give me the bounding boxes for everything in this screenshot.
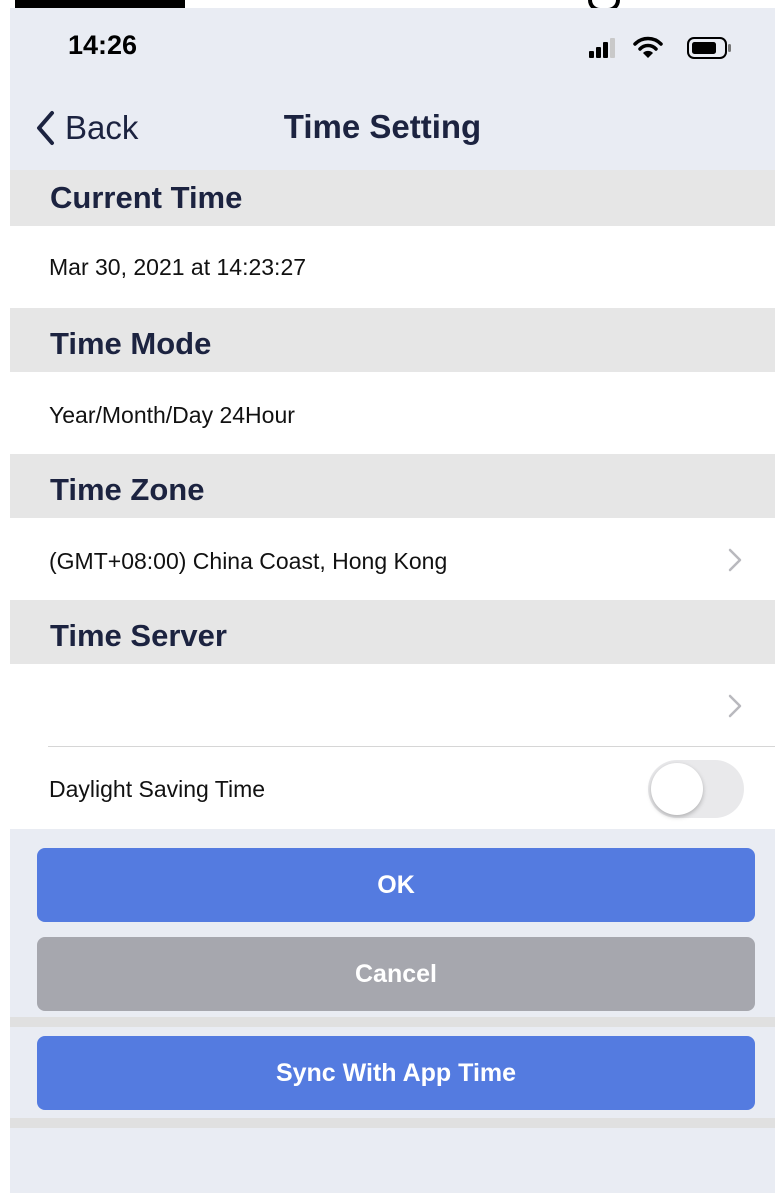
time-mode-row[interactable]: Year/Month/Day 24Hour xyxy=(10,372,775,454)
section-title: Current Time xyxy=(50,180,243,215)
chevron-right-icon xyxy=(728,548,742,572)
section-header-time-mode: Time Mode xyxy=(10,308,775,372)
toggle-knob xyxy=(651,763,703,815)
daylight-saving-toggle[interactable] xyxy=(648,760,744,818)
page-title-text: Time Setting xyxy=(283,108,482,145)
current-time-row: Mar 30, 2021 at 14:23:27 xyxy=(10,226,775,308)
battery-icon xyxy=(687,37,731,59)
current-time-value: Mar 30, 2021 at 14:23:27 xyxy=(49,254,307,280)
section-title: Time Zone xyxy=(50,472,205,507)
section-header-time-zone: Time Zone xyxy=(10,454,775,518)
status-time: 14:26 xyxy=(68,30,138,60)
bottom-area xyxy=(10,1128,775,1193)
cellular-signal-icon xyxy=(589,38,615,58)
time-server-row[interactable] xyxy=(10,664,775,746)
section-divider xyxy=(10,1118,775,1128)
page-title: Time Setting xyxy=(10,108,775,146)
status-bar: 14:26 xyxy=(10,8,775,88)
wifi-icon xyxy=(633,36,663,58)
sync-with-app-time-button[interactable]: Sync With App Time xyxy=(37,1036,755,1110)
section-title: Time Mode xyxy=(50,326,212,361)
chevron-right-icon xyxy=(728,694,742,718)
navigation-bar: Back Time Setting xyxy=(10,88,775,170)
section-title: Time Server xyxy=(50,618,227,653)
status-icons xyxy=(589,36,731,59)
time-mode-value: Year/Month/Day 24Hour xyxy=(49,402,295,428)
section-divider xyxy=(10,1017,775,1027)
ok-button[interactable]: OK xyxy=(37,848,755,922)
cancel-button[interactable]: Cancel xyxy=(37,937,755,1011)
time-zone-row[interactable]: (GMT+08:00) China Coast, Hong Kong xyxy=(10,518,775,600)
time-zone-value: (GMT+08:00) China Coast, Hong Kong xyxy=(49,548,448,574)
section-header-time-server: Time Server xyxy=(10,600,775,664)
section-header-current-time: Current Time xyxy=(10,170,775,226)
daylight-saving-label: Daylight Saving Time xyxy=(49,776,266,802)
